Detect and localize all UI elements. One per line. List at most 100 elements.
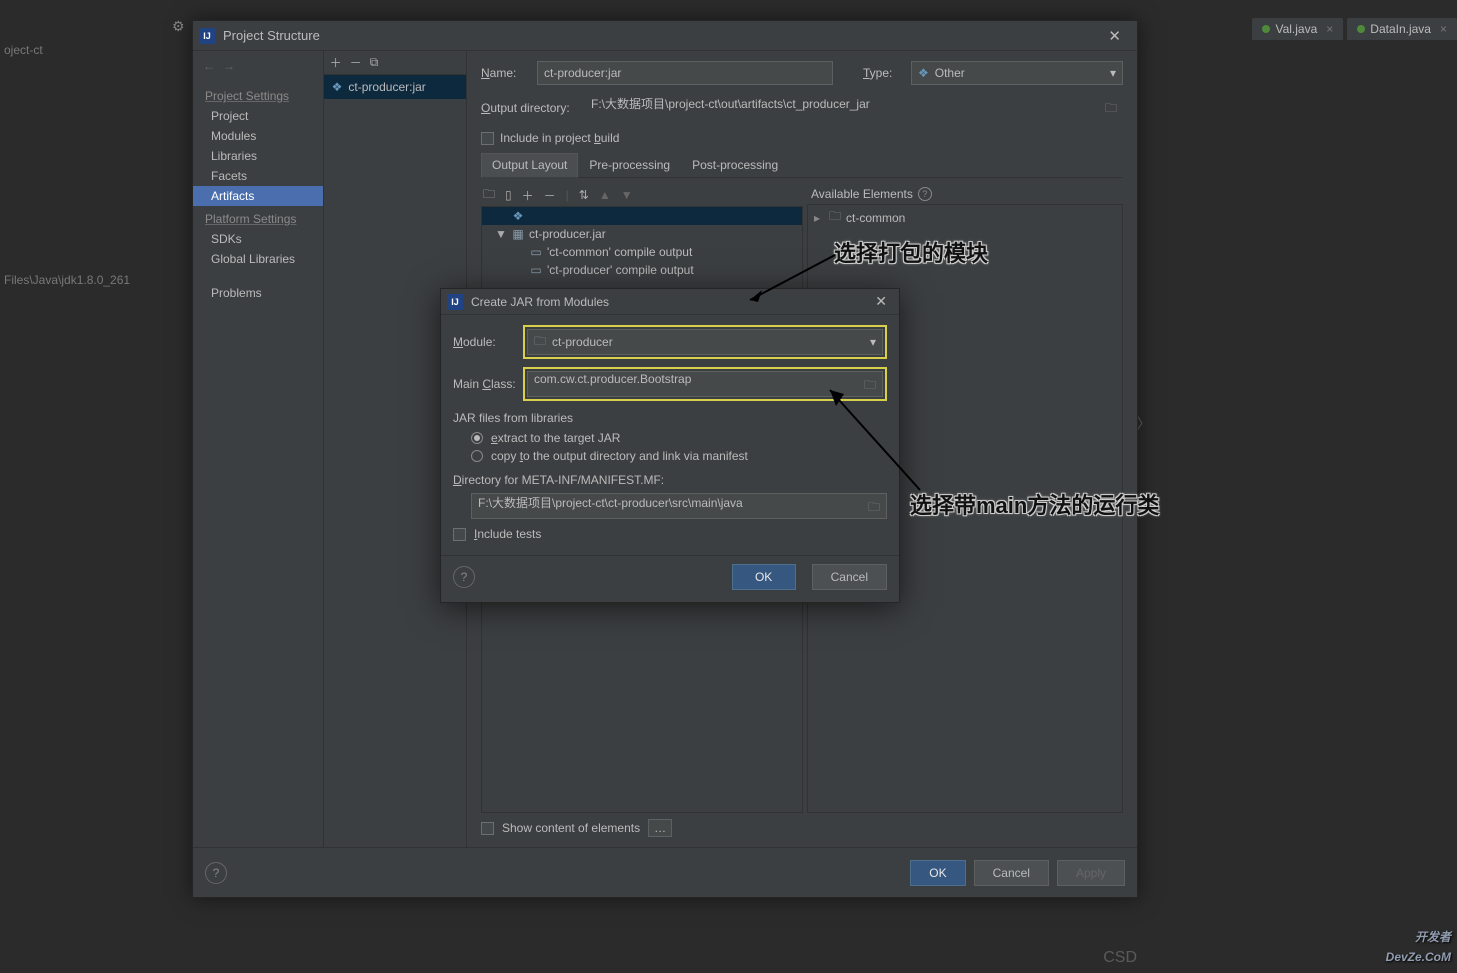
- remove-icon[interactable]: －: [544, 187, 556, 204]
- java-icon: [1262, 25, 1270, 33]
- include-build-checkbox[interactable]: [481, 132, 494, 145]
- include-tests-label: Include tests: [474, 527, 541, 541]
- dialog-footer: ? OK Cancel Apply: [193, 847, 1137, 897]
- add-icon[interactable]: ＋: [330, 54, 342, 71]
- layout-tabs: Output Layout Pre-processing Post-proces…: [481, 153, 1123, 178]
- annotation-module: 选择打包的模块: [834, 236, 988, 268]
- new-file-icon[interactable]: ▯: [505, 188, 512, 202]
- watermark: 开发者 DevZe.CoM: [1386, 927, 1451, 967]
- csdn-watermark: CSD: [1103, 949, 1137, 967]
- show-content-more[interactable]: …: [648, 819, 672, 837]
- settings-nav: ← → Project Settings Project Modules Libr…: [193, 51, 324, 847]
- help-icon[interactable]: ?: [453, 566, 475, 588]
- browse-icon[interactable]: 🗀: [864, 376, 876, 397]
- modal-title: Create JAR from Modules: [471, 295, 869, 309]
- jar-section-label: JAR files from libraries: [453, 411, 887, 425]
- bg-left: oject-ct Files\Java\jdk1.8.0_261: [0, 40, 134, 290]
- cancel-button[interactable]: Cancel: [974, 860, 1049, 886]
- remove-icon[interactable]: －: [350, 54, 362, 71]
- tree-row[interactable]: ▭'ct-common' compile output: [482, 243, 802, 261]
- tree-row[interactable]: ▭'ct-producer' compile output: [482, 261, 802, 279]
- show-content-checkbox[interactable]: [481, 822, 494, 835]
- editor-tabs: Val.java× DataIn.java×: [1252, 18, 1457, 40]
- main-class-input[interactable]: com.cw.ct.producer.Bootstrap 🗀: [527, 371, 883, 397]
- browse-icon[interactable]: 🗀: [868, 498, 880, 519]
- nav-sdks[interactable]: SDKs: [193, 229, 323, 249]
- nav-artifacts[interactable]: Artifacts: [193, 186, 323, 206]
- manifest-dir-input[interactable]: F:\大数据项目\project-ct\ct-producer\src\main…: [471, 493, 887, 519]
- bg-project-label: oject-ct: [4, 43, 130, 57]
- radio-icon[interactable]: [471, 450, 483, 462]
- module-icon: 🗀: [534, 332, 546, 353]
- close-icon[interactable]: ×: [1326, 22, 1333, 36]
- tab-pre-processing[interactable]: Pre-processing: [578, 153, 681, 177]
- type-value: Other: [935, 66, 965, 80]
- manifest-dir-label: Directory for META-INF/MANIFEST.MF:: [453, 473, 887, 487]
- artifact-label: ct-producer:jar: [348, 80, 425, 94]
- available-header: Available Elements: [811, 187, 913, 201]
- platform-settings-header: Platform Settings: [193, 206, 323, 229]
- tree-row[interactable]: ❖: [482, 207, 802, 225]
- type-label: Type:: [863, 66, 903, 80]
- add-icon[interactable]: ＋: [522, 187, 534, 204]
- tree-toolbar: 🗀 ▯ ＋ － | ⇅ ▲ ▼: [481, 184, 803, 206]
- radio-icon[interactable]: [471, 432, 483, 444]
- tab-datain[interactable]: DataIn.java×: [1347, 18, 1457, 40]
- show-content-label: Show content of elements: [502, 821, 640, 835]
- expand-icon[interactable]: ▸: [814, 211, 824, 225]
- nav-libraries[interactable]: Libraries: [193, 146, 323, 166]
- name-label: Name:: [481, 66, 529, 80]
- dialog-title: Project Structure: [223, 28, 1098, 43]
- available-item[interactable]: ▸ 🗀 ct-common: [808, 205, 1122, 230]
- nav-facets[interactable]: Facets: [193, 166, 323, 186]
- tab-post-processing[interactable]: Post-processing: [681, 153, 789, 177]
- chevron-right-icon[interactable]: 〉: [1136, 410, 1152, 434]
- modal-titlebar: IJ Create JAR from Modules ✕: [441, 289, 899, 315]
- copy-icon[interactable]: ⧉: [370, 55, 379, 70]
- dialog-titlebar: IJ Project Structure ✕: [193, 21, 1137, 51]
- close-icon[interactable]: ✕: [869, 293, 893, 310]
- back-icon[interactable]: ←: [203, 59, 215, 73]
- artifact-item[interactable]: ❖ ct-producer:jar: [324, 75, 466, 99]
- java-icon: [1357, 25, 1365, 33]
- tree-row[interactable]: ▼▦ct-producer.jar: [482, 225, 802, 243]
- cancel-button[interactable]: Cancel: [812, 564, 887, 590]
- intellij-icon: IJ: [447, 294, 463, 310]
- outdir-input[interactable]: F:\大数据项目\project-ct\out\artifacts\ct_pro…: [591, 95, 1123, 121]
- nav-modules[interactable]: Modules: [193, 126, 323, 146]
- module-label: Module:: [453, 335, 523, 349]
- radio-copy[interactable]: copy to the output directory and link vi…: [471, 449, 887, 463]
- ok-button[interactable]: OK: [732, 564, 796, 590]
- main-class-label: Main Class:: [453, 377, 523, 391]
- nav-global-libraries[interactable]: Global Libraries: [193, 249, 323, 269]
- nav-problems[interactable]: Problems: [193, 283, 323, 303]
- down-icon[interactable]: ▼: [621, 188, 633, 202]
- help-icon[interactable]: ?: [205, 862, 227, 884]
- include-build-label: Include in project build: [500, 131, 619, 145]
- intellij-icon: IJ: [199, 28, 215, 44]
- artifact-icon: ❖: [332, 80, 343, 94]
- annotation-mainclass: 选择带main方法的运行类: [910, 488, 1159, 520]
- module-icon: 🗀: [829, 207, 841, 228]
- include-tests-checkbox[interactable]: [453, 528, 466, 541]
- tab-output-layout[interactable]: Output Layout: [481, 153, 578, 178]
- outdir-label: Output directory:: [481, 101, 583, 115]
- nav-project[interactable]: Project: [193, 106, 323, 126]
- module-select[interactable]: 🗀 ct-producer: [527, 329, 883, 355]
- up-icon[interactable]: ▲: [599, 188, 611, 202]
- project-settings-header: Project Settings: [193, 83, 323, 106]
- close-icon[interactable]: ×: [1440, 22, 1447, 36]
- browse-icon[interactable]: 🗀: [1105, 99, 1117, 120]
- close-icon[interactable]: ✕: [1098, 25, 1131, 47]
- help-icon[interactable]: ?: [918, 187, 932, 201]
- name-input[interactable]: [537, 61, 833, 85]
- new-folder-icon[interactable]: 🗀: [483, 185, 495, 206]
- tab-val[interactable]: Val.java×: [1252, 18, 1343, 40]
- sort-icon[interactable]: ⇅: [579, 188, 589, 202]
- gear-icon: ⚙: [172, 18, 185, 35]
- ok-button[interactable]: OK: [910, 860, 965, 886]
- forward-icon[interactable]: →: [223, 59, 235, 73]
- radio-extract[interactable]: extract to the target JAR: [471, 431, 887, 445]
- type-select[interactable]: ❖ Other: [911, 61, 1123, 85]
- bg-jdk-path: Files\Java\jdk1.8.0_261: [4, 273, 130, 287]
